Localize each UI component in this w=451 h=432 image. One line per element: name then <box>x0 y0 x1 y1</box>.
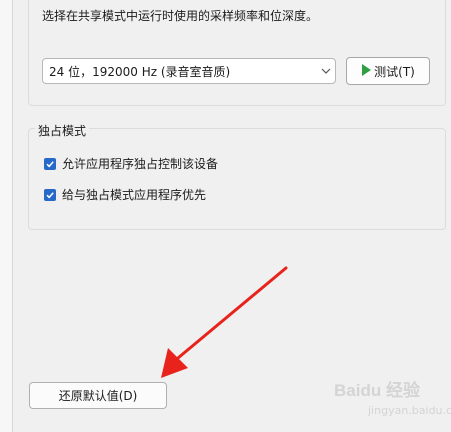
watermark-subtext: jingyan.baidu.com <box>368 404 451 417</box>
baidu-watermark: Baidu 经验 jingyan.baidu.com <box>334 374 451 426</box>
watermark-text: Baidu 经验 <box>334 381 420 400</box>
red-arrow-annotation <box>161 266 288 378</box>
